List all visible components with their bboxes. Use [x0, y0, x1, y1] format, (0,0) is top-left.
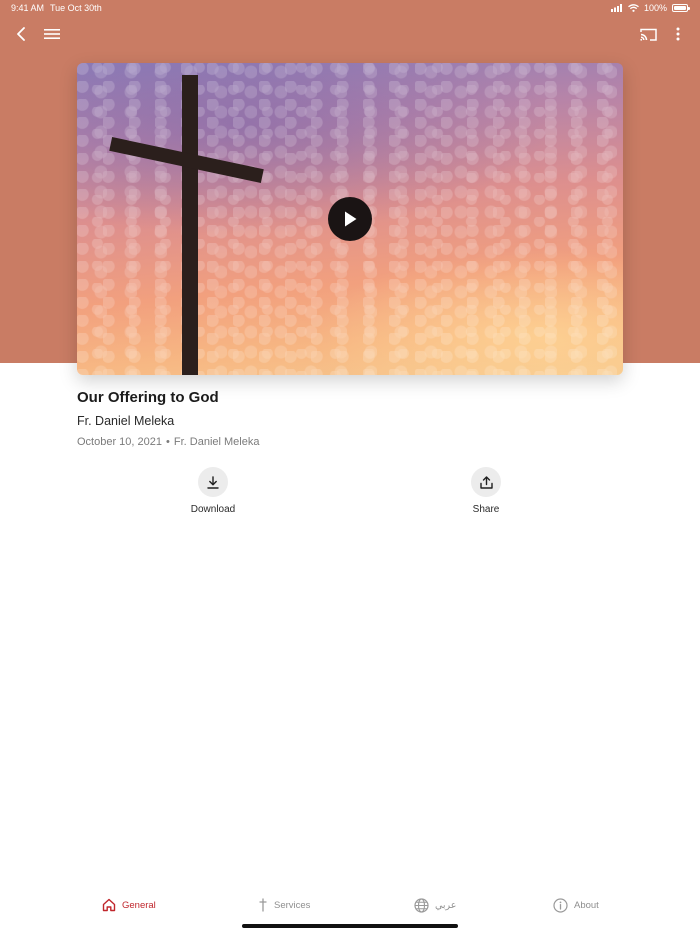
info-icon	[553, 898, 568, 913]
sermon-meta: October 10, 2021 • Fr. Daniel Meleka	[77, 436, 259, 448]
home-icon	[102, 898, 116, 912]
status-date: Tue Oct 30th	[50, 3, 102, 13]
battery-percent: 100%	[643, 3, 667, 13]
play-button[interactable]	[328, 197, 372, 241]
download-label: Download	[190, 504, 236, 515]
home-indicator[interactable]	[242, 924, 458, 928]
download-icon-circle	[198, 467, 228, 497]
share-icon	[479, 475, 493, 489]
tab-services[interactable]: Services	[258, 898, 310, 912]
sermon-title: Our Offering to God	[77, 389, 219, 406]
status-bar: 9:41 AM Tue Oct 30th 100%	[0, 0, 700, 18]
meta-speaker: Fr. Daniel Meleka	[173, 436, 260, 448]
chevron-left-icon	[17, 27, 25, 41]
sermon-speaker: Fr. Daniel Meleka	[77, 414, 175, 428]
status-indicators: 100%	[610, 3, 690, 13]
share-button[interactable]: Share	[446, 467, 526, 515]
sermon-artwork[interactable]	[77, 63, 623, 375]
wifi-icon	[628, 4, 639, 12]
back-button[interactable]	[9, 23, 33, 45]
cast-icon	[639, 28, 657, 41]
status-time: 9:41 AM	[11, 3, 45, 13]
meta-separator: •	[166, 436, 170, 448]
tab-about-label: About	[574, 900, 599, 911]
signal-icon	[610, 4, 622, 12]
download-button[interactable]: Download	[173, 467, 253, 515]
bottom-tab-bar: General Services عربي About	[0, 890, 700, 924]
tab-arabic[interactable]: عربي	[414, 898, 456, 913]
top-navigation	[0, 20, 700, 48]
more-options-button[interactable]	[666, 23, 690, 45]
cross-post	[182, 75, 198, 375]
tab-arabic-label: عربي	[435, 900, 457, 911]
battery-icon	[672, 4, 690, 12]
cast-button[interactable]	[636, 23, 660, 45]
tab-services-label: Services	[274, 899, 311, 911]
tab-about[interactable]: About	[553, 898, 599, 913]
tab-general[interactable]: General	[102, 898, 156, 912]
download-icon	[207, 475, 219, 489]
more-vertical-icon	[676, 27, 680, 41]
share-icon-circle	[471, 467, 501, 497]
play-icon	[345, 211, 357, 227]
menu-button[interactable]	[40, 23, 64, 45]
sermon-date: October 10, 2021	[77, 436, 163, 448]
globe-icon	[414, 898, 429, 913]
share-label: Share	[472, 504, 500, 515]
hamburger-icon	[44, 29, 60, 39]
tab-general-label: General	[122, 899, 156, 911]
cross-icon	[259, 898, 267, 912]
